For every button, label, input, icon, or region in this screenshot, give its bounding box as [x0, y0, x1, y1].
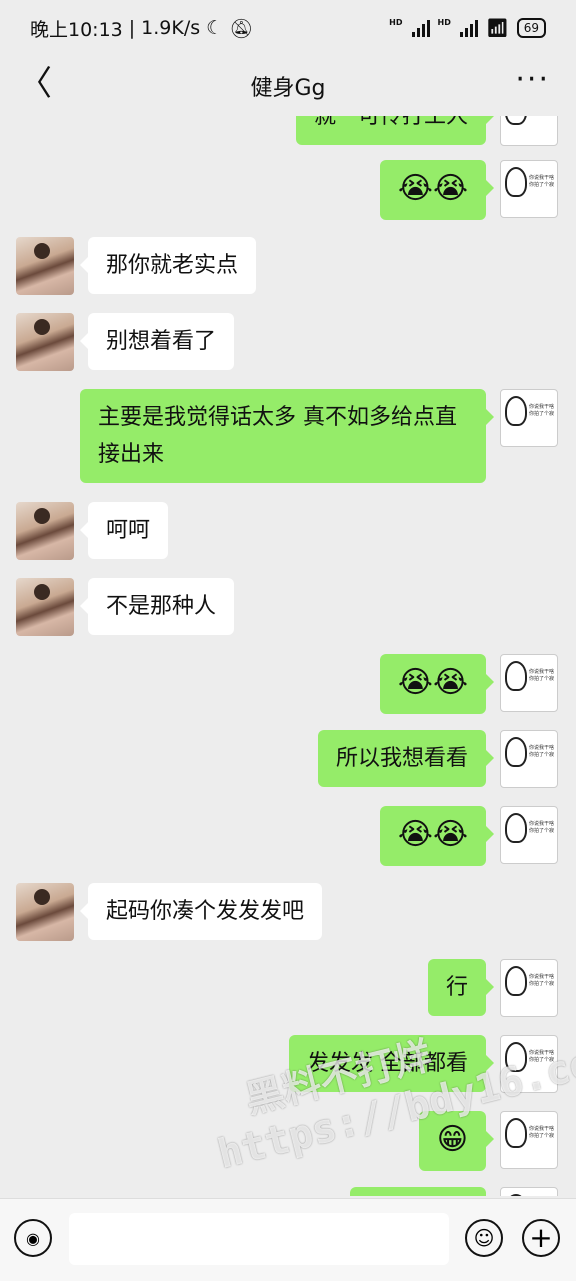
message-bubble[interactable]	[350, 1187, 486, 1196]
message-input[interactable]	[69, 1213, 449, 1265]
message-bubble[interactable]: 😭😭	[379, 160, 495, 220]
meme-caption: 你说我干啥 你拍了个寂	[529, 974, 555, 987]
meme-face-icon	[505, 1194, 527, 1196]
message-bubble[interactable]: 起码你凑个发发发吧	[79, 883, 323, 940]
message-row: 别想着看了	[16, 313, 235, 371]
plus-icon: +	[529, 1221, 553, 1254]
message-row: 你说我干啥 你拍了个寂 😭😭	[379, 160, 558, 220]
my-avatar[interactable]: 你说我干啥 你拍了个寂	[500, 806, 558, 864]
smile-icon: ☺	[473, 1226, 495, 1250]
meme-face-icon	[505, 813, 527, 843]
meme-face-icon	[505, 116, 527, 125]
message-row: 呵呵	[16, 502, 169, 560]
message-bubble[interactable]: 😭😭	[379, 654, 495, 714]
message-row: 那你就老实点	[16, 237, 257, 295]
my-avatar[interactable]: 你说我干啥 你拍了个寂	[500, 116, 558, 146]
contact-avatar[interactable]	[16, 237, 74, 295]
wifi-icon: 📶︎	[485, 17, 509, 39]
meme-caption: 你说我干啥 你拍了个寂	[529, 116, 555, 117]
meme-face-icon	[505, 396, 527, 426]
crying-emoji: 😭😭	[397, 665, 468, 700]
contact-avatar[interactable]	[16, 502, 74, 560]
contact-avatar[interactable]	[16, 313, 74, 371]
message-bubble[interactable]: 发发发 全部都看	[289, 1035, 494, 1092]
message-bubble[interactable]: 别想着看了	[79, 313, 235, 370]
meme-caption: 你说我干啥 你拍了个寂	[529, 404, 555, 417]
my-avatar[interactable]: 你说我干啥 你拍了个寂	[500, 160, 558, 218]
meme-caption: 你说我干啥 你拍了个寂	[529, 669, 555, 682]
contact-avatar[interactable]	[16, 578, 74, 636]
grin-emoji: 😁	[436, 1122, 468, 1157]
message-bubble[interactable]: 😭😭	[379, 806, 495, 866]
my-avatar[interactable]: 你说我干啥 你拍了个寂	[500, 730, 558, 788]
message-row: 你说我干啥 你拍了个寂 发发发 全部都看	[289, 1035, 558, 1093]
my-avatar[interactable]: 你说我干啥 你拍了个寂	[500, 654, 558, 712]
input-bar: ◉ ☺ +	[0, 1198, 576, 1281]
bell-off-icon: 🔕︎	[229, 17, 254, 40]
message-row: 你说我干啥 你拍了个寂 😁	[418, 1111, 558, 1171]
my-avatar[interactable]: 你说我干啥 你拍了个寂	[500, 1187, 558, 1196]
hd-label-2: HD	[437, 17, 451, 27]
hd-label-1: HD	[389, 17, 403, 27]
signal-icon-2	[459, 19, 478, 37]
meme-face-icon	[505, 737, 527, 767]
meme-caption: 你说我干啥 你拍了个寂	[529, 745, 555, 758]
message-bubble[interactable]: 就一可怜打工人	[295, 116, 495, 145]
message-row: 你说我干啥 你拍了个寂 😭😭	[379, 806, 558, 866]
meme-face-icon	[505, 661, 527, 691]
meme-face-icon	[505, 167, 527, 197]
back-button[interactable]: 〈	[18, 64, 52, 104]
message-bubble[interactable]: 所以我想看看	[317, 730, 495, 787]
message-row: 你说我干啥 你拍了个寂 行	[427, 959, 558, 1017]
message-row: 不是那种人	[16, 578, 235, 636]
status-separator: |	[128, 17, 136, 39]
moon-icon: ☾	[206, 17, 224, 39]
my-avatar[interactable]: 你说我干啥 你拍了个寂	[500, 959, 558, 1017]
battery-indicator: 69	[516, 18, 546, 38]
message-row: 你说我干啥 你拍了个寂 所以我想看看	[317, 730, 558, 788]
message-row: 你说我干啥 你拍了个寂	[350, 1187, 558, 1196]
crying-emoji: 😭😭	[397, 817, 468, 852]
voice-icon: ◉	[26, 1228, 40, 1248]
message-bubble[interactable]: 主要是我觉得话太多 真不如多给点直接出来	[80, 389, 494, 483]
meme-caption: 你说我干啥 你拍了个寂	[529, 175, 555, 188]
status-time: 晚上10:13	[30, 18, 123, 41]
status-bar: 晚上10:13 | 1.9K/s ☾ 🔕︎ HD HD 📶︎ 69	[0, 0, 576, 56]
chat-header: 〈 健身Gg ···	[0, 56, 576, 116]
my-avatar[interactable]: 你说我干啥 你拍了个寂	[500, 389, 558, 447]
message-row: 你说我干啥 你拍了个寂 就一可怜打工人	[295, 116, 558, 146]
message-row: 起码你凑个发发发吧	[16, 883, 323, 941]
message-bubble[interactable]: 那你就老实点	[79, 237, 257, 294]
message-bubble[interactable]: 行	[427, 959, 495, 1016]
crying-emoji: 😭😭	[397, 171, 468, 206]
chat-messages[interactable]: 你说我干啥 你拍了个寂 就一可怜打工人 你说我干啥 你拍了个寂 😭😭 那你就老实…	[0, 116, 576, 1196]
my-avatar[interactable]: 你说我干啥 你拍了个寂	[500, 1035, 558, 1093]
meme-caption: 你说我干啥 你拍了个寂	[529, 1050, 555, 1063]
message-bubble[interactable]: 😁	[418, 1111, 495, 1171]
status-right: HD HD 📶︎ 69	[389, 18, 546, 39]
more-options-button[interactable]: ···	[515, 62, 550, 97]
message-bubble[interactable]: 不是那种人	[79, 578, 235, 635]
my-avatar[interactable]: 你说我干啥 你拍了个寂	[500, 1111, 558, 1169]
meme-caption: 你说我干啥 你拍了个寂	[529, 1126, 555, 1139]
plus-button[interactable]: +	[522, 1219, 560, 1257]
status-left: 晚上10:13 | 1.9K/s ☾ 🔕︎	[30, 15, 253, 42]
meme-face-icon	[505, 1118, 527, 1148]
meme-caption: 你说我干啥 你拍了个寂	[529, 821, 555, 834]
meme-face-icon	[505, 966, 527, 996]
emoji-button[interactable]: ☺	[465, 1219, 503, 1257]
message-row: 你说我干啥 你拍了个寂 主要是我觉得话太多 真不如多给点直接出来	[80, 389, 558, 483]
contact-avatar[interactable]	[16, 883, 74, 941]
message-bubble[interactable]: 呵呵	[79, 502, 169, 559]
message-row: 你说我干啥 你拍了个寂 😭😭	[379, 654, 558, 714]
voice-button[interactable]: ◉	[14, 1219, 52, 1257]
chat-title: 健身Gg	[250, 76, 326, 101]
status-speed: 1.9K/s	[141, 17, 201, 39]
meme-face-icon	[505, 1042, 527, 1072]
signal-icon-1	[411, 19, 430, 37]
